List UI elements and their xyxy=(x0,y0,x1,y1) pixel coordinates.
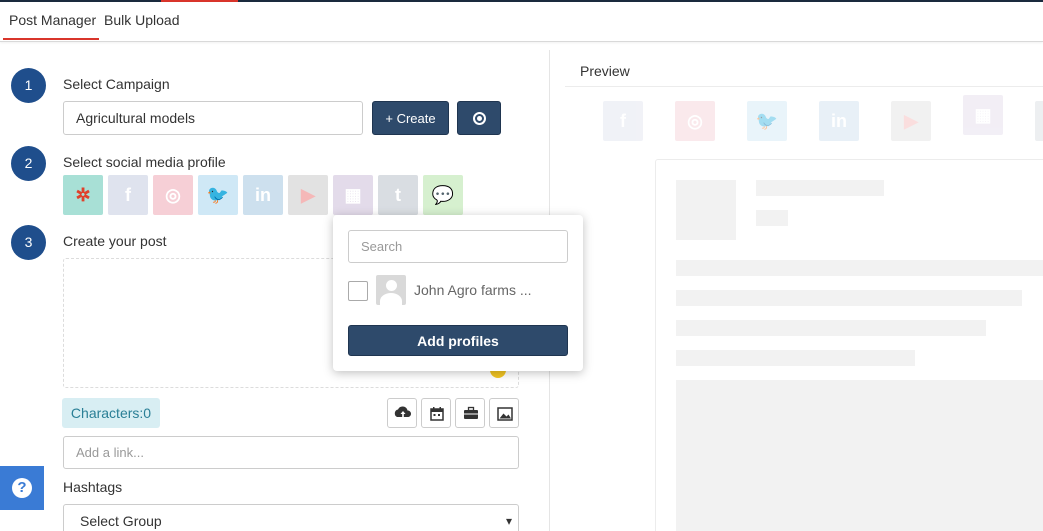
step-2-label: Select social media profile xyxy=(63,154,226,170)
preview-title: Preview xyxy=(580,63,630,79)
preview-underline xyxy=(565,86,1043,87)
skeleton-line xyxy=(756,180,884,196)
avatar xyxy=(376,275,406,305)
hashtag-group-select[interactable]: Select Group ▾ xyxy=(63,504,519,531)
twitter-icon[interactable]: 🐦 xyxy=(198,175,238,215)
tab-bulk-upload[interactable]: Bulk Upload xyxy=(104,12,180,28)
active-tab-underline xyxy=(3,38,99,40)
tumblr-icon[interactable]: t xyxy=(378,175,418,215)
step-3-label: Create your post xyxy=(63,233,167,249)
profile-checkbox[interactable] xyxy=(348,281,368,301)
preview-instagram-icon[interactable]: ◎ xyxy=(675,101,715,141)
instagram-icon[interactable]: ◎ xyxy=(153,175,193,215)
image-icon xyxy=(497,407,513,421)
skeleton-line xyxy=(756,210,788,226)
step-2-badge: 2 xyxy=(11,146,46,181)
wechat-icon[interactable]: 💬 xyxy=(423,175,463,215)
help-button[interactable]: ? xyxy=(0,466,44,510)
cloud-upload-icon xyxy=(394,406,412,417)
avatar-body xyxy=(380,293,402,305)
target-button[interactable] xyxy=(457,101,501,135)
add-profiles-button[interactable]: Add profiles xyxy=(348,325,568,356)
preview-google-business-icon[interactable]: ▦ xyxy=(963,95,1003,135)
skeleton-line xyxy=(676,260,1043,276)
preview-card xyxy=(655,159,1043,531)
question-icon: ? xyxy=(12,478,32,498)
step-1-badge: 1 xyxy=(11,68,46,103)
create-campaign-button[interactable]: + Create xyxy=(372,101,449,135)
image-button[interactable] xyxy=(489,398,519,428)
target-icon-dot xyxy=(477,116,482,121)
step-3-badge: 3 xyxy=(11,225,46,260)
linkedin-icon[interactable]: in xyxy=(243,175,283,215)
schedule-button[interactable] xyxy=(421,398,451,428)
profile-search-input[interactable]: Search xyxy=(348,230,568,263)
preview-youtube-icon[interactable]: ▶ xyxy=(891,101,931,141)
facebook-icon[interactable]: f xyxy=(108,175,148,215)
brand-icon[interactable]: ✲ xyxy=(63,175,103,215)
google-business-icon[interactable]: ▦ xyxy=(333,175,373,215)
briefcase-button[interactable] xyxy=(455,398,485,428)
preview-linkedin-icon[interactable]: in xyxy=(819,101,859,141)
profile-name: John Agro farms ... xyxy=(414,282,532,298)
youtube-icon[interactable]: ▶ xyxy=(288,175,328,215)
hashtags-label: Hashtags xyxy=(63,479,123,495)
profile-popup: Search John Agro farms ... Add profiles xyxy=(333,215,583,371)
preview-twitter-icon[interactable]: 🐦 xyxy=(747,101,787,141)
characters-count: Characters:0 xyxy=(62,398,160,428)
briefcase-icon xyxy=(464,406,478,419)
preview-facebook-icon[interactable]: f xyxy=(603,101,643,141)
hashtag-group-value: Select Group xyxy=(80,513,162,529)
preview-tumblr-icon[interactable]: t xyxy=(1035,101,1043,141)
skeleton-avatar xyxy=(676,180,736,240)
avatar-head xyxy=(386,280,397,291)
skeleton-media xyxy=(676,380,1043,531)
tab-post-manager[interactable]: Post Manager xyxy=(9,12,96,28)
link-input[interactable]: Add a link... xyxy=(63,436,519,469)
cloud-upload-button[interactable] xyxy=(387,398,417,428)
calendar-icon xyxy=(430,407,444,421)
campaign-input[interactable]: Agricultural models xyxy=(63,101,363,135)
skeleton-line xyxy=(676,320,986,336)
tab-bar: Post Manager Bulk Upload xyxy=(0,2,1043,42)
skeleton-line xyxy=(676,350,915,366)
skeleton-line xyxy=(676,290,1022,306)
step-1-label: Select Campaign xyxy=(63,76,170,92)
chevron-down-icon: ▾ xyxy=(505,514,512,528)
